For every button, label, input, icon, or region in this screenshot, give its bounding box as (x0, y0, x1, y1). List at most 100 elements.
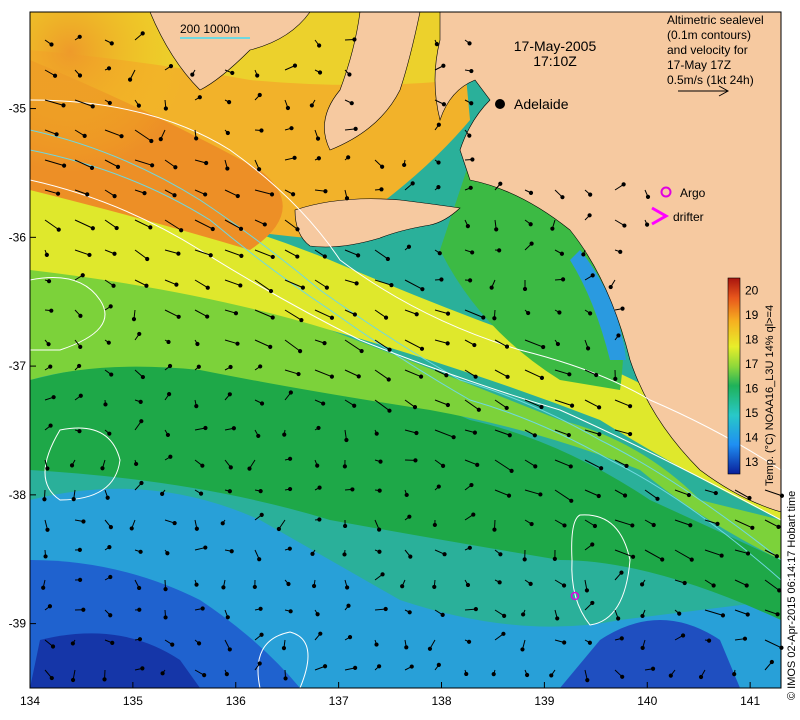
velocity-arrow-head (645, 194, 651, 199)
velocity-arrow-head (203, 545, 208, 550)
velocity-arrow-head (300, 285, 306, 290)
velocity-arrow-head (473, 606, 478, 612)
velocity-legend-line: Altimetric sealevel (667, 13, 764, 27)
colorbar-tick-label: 20 (745, 283, 759, 297)
velocity-arrow-head (628, 431, 633, 437)
velocity-arrow-head (205, 314, 210, 319)
velocity-arrow-head (291, 192, 296, 197)
velocity-arrow-head (655, 496, 660, 501)
velocity-arrow-head (108, 304, 113, 309)
velocity-arrow-head (173, 165, 178, 170)
velocity-arrow-head (54, 132, 59, 137)
velocity-arrow-head (310, 551, 315, 556)
velocity-arrow-head (469, 101, 474, 106)
velocity-arrow-head (742, 636, 748, 641)
velocity-arrow-head (624, 463, 629, 469)
velocity-arrow-head (259, 401, 265, 406)
velocity-arrow-head (467, 545, 472, 550)
velocity-arrow-head (163, 615, 168, 620)
velocity-arrow-head (109, 372, 114, 377)
velocity-arrow-head (225, 166, 230, 171)
velocity-arrow-head (112, 251, 117, 256)
velocity-arrow-head (621, 182, 626, 187)
velocity-arrow-head (176, 314, 181, 319)
velocity-arrow-head (317, 70, 323, 75)
velocity-arrow-head (258, 606, 263, 611)
velocity-arrow-head (129, 526, 134, 531)
velocity-arrow-head (528, 581, 533, 587)
velocity-arrow-head (87, 252, 92, 258)
velocity-arrow-head (374, 642, 379, 647)
velocity-arrow-head (436, 185, 441, 190)
velocity-arrow-head (287, 456, 293, 461)
velocity-arrow-head (203, 192, 208, 197)
velocity-arrow-head (262, 222, 267, 227)
velocity-arrow-head (389, 283, 394, 288)
velocity-arrow-head (342, 464, 347, 469)
velocity-arrow-head (769, 659, 774, 665)
velocity-arrow-head (168, 454, 173, 459)
velocity-arrow-head (528, 222, 533, 227)
velocity-arrow-head (106, 340, 111, 345)
temperature-colorbar: 20 19 18 17 16 15 14 13 Temp. (°C) NOAA16_L3U 1… (727, 277, 776, 486)
velocity-arrow-head (529, 521, 534, 527)
velocity-arrow-head (149, 138, 154, 144)
velocity-arrow-head (297, 349, 303, 354)
velocity-arrow-head (585, 678, 590, 683)
velocity-arrow-head (252, 584, 257, 590)
velocity-arrow-head (472, 342, 477, 348)
depth-contour-label: 200 1000m (180, 22, 240, 36)
velocity-arrow-head (105, 495, 110, 500)
velocity-arrow-head (322, 341, 327, 346)
velocity-arrow-head (295, 227, 300, 232)
velocity-arrow-head (489, 285, 494, 290)
velocity-arrow-head (289, 126, 294, 131)
velocity-arrow-head (134, 461, 139, 467)
velocity-arrow-head (698, 674, 704, 680)
velocity-arrow-head (77, 577, 83, 582)
velocity-arrow-head (228, 364, 233, 370)
velocity-arrow-head (557, 310, 562, 315)
velocity-arrow-head (436, 662, 441, 668)
map-title-time: 17:10Z (533, 53, 577, 69)
velocity-arrow-head (497, 248, 502, 253)
velocity-arrow-head (441, 63, 446, 68)
velocity-arrow-head (77, 363, 82, 369)
velocity-arrow-head (316, 425, 321, 431)
velocity-arrow-head (468, 185, 473, 190)
velocity-arrow-head (467, 133, 472, 138)
velocity-arrow-head (509, 468, 514, 473)
velocity-arrow-head (47, 604, 53, 609)
velocity-arrow-head (470, 157, 475, 162)
velocity-arrow-head (668, 673, 673, 678)
velocity-arrow-head (522, 557, 527, 562)
velocity-arrow-head (227, 647, 232, 652)
velocity-arrow-head (347, 72, 352, 77)
velocity-arrow-head (166, 339, 171, 345)
velocity-arrow-head (560, 195, 565, 200)
velocity-arrow-head (259, 632, 264, 637)
velocity-arrow-head (256, 167, 262, 172)
velocity-arrow-head (111, 283, 116, 288)
velocity-arrow-head (163, 587, 168, 592)
x-tick-label: 141 (740, 694, 760, 708)
velocity-arrow-head (404, 492, 409, 498)
velocity-arrow-head (522, 286, 528, 292)
velocity-arrow-head (436, 160, 441, 165)
velocity-arrow-head (469, 68, 474, 74)
velocity-arrow-head (170, 642, 175, 647)
velocity-arrow-head (387, 347, 392, 352)
velocity-arrow-head (597, 405, 602, 410)
velocity-arrow-head (131, 317, 137, 322)
velocity-arrow-head (317, 43, 322, 48)
velocity-arrow-head (270, 254, 275, 260)
velocity-arrow-head (197, 95, 202, 100)
velocity-arrow-head (317, 485, 322, 490)
velocity-arrow-head (711, 583, 716, 588)
x-tick-label: 134 (20, 694, 40, 708)
velocity-arrow-head (465, 582, 471, 588)
velocity-arrow-head (227, 100, 232, 105)
velocity-arrow-head (115, 164, 121, 169)
velocity-arrow-head (137, 331, 142, 337)
velocity-arrow-head (81, 607, 86, 612)
